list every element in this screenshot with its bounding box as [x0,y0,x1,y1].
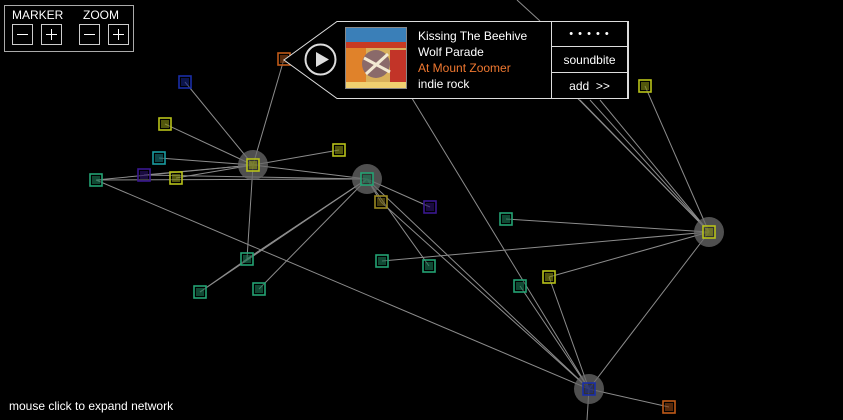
artist-node-fill [255,285,263,293]
artist-node-fill [545,273,553,281]
track-info: Kissing The Beehive Wolf Parade At Mount… [418,28,527,92]
status-hint: mouse click to expand network [9,399,174,413]
zoom-label: ZOOM [83,8,119,22]
add-button[interactable]: add >> [551,72,628,99]
network-edge [644,85,710,233]
soundbite-button[interactable]: soundbite [551,46,628,73]
artist-node-fill [516,282,524,290]
track-genre[interactable]: indie rock [418,76,527,92]
network-edge [95,178,368,181]
artist-node-fill [363,175,371,183]
artist-node-fill [665,403,673,411]
artist-node-fill [585,385,593,393]
artist-node-fill [335,146,343,154]
album-cover [345,27,407,89]
network-edge [516,0,541,22]
zoom-out-button[interactable] [79,24,100,45]
artist-node-fill [378,257,386,265]
artist-node-fill [155,154,163,162]
artist-node-fill [705,228,713,236]
artist-node-fill [377,198,385,206]
artist-node-fill [196,288,204,296]
network-edge [505,218,710,233]
artist-node-fill [502,215,510,223]
rating-button[interactable]: • • • • • [551,21,628,47]
network-edge [380,201,590,390]
track-title[interactable]: Kissing The Beehive [418,28,527,44]
artist-node-fill [243,255,251,263]
network-edge [519,285,590,390]
network-edge [366,178,430,267]
network-edge [252,58,285,166]
marker-decrease-button[interactable] [12,24,33,45]
artist-node-fill [92,176,100,184]
marker-label: MARKER [12,8,64,22]
play-icon [304,43,337,76]
marker-increase-button[interactable] [41,24,62,45]
network-edge [246,178,368,260]
artist-node-fill [425,262,433,270]
network-edge [409,94,590,390]
artist-node-fill [140,171,148,179]
network-edge [366,178,590,390]
zoom-in-button[interactable] [108,24,129,45]
artist-node-fill [426,203,434,211]
network-edge [599,99,710,233]
network-edge [589,99,710,233]
track-artist[interactable]: Wolf Parade [418,44,527,60]
network-edge [588,231,710,390]
track-album[interactable]: At Mount Zoomer [418,60,527,76]
play-button[interactable] [304,43,337,76]
artist-node-fill [181,78,189,86]
artist-node-fill [641,82,649,90]
artist-node-fill [161,120,169,128]
artist-node-fill [249,161,257,169]
artist-node-fill [172,174,180,182]
network-edge [184,81,254,166]
marker-zoom-controls: MARKER ZOOM [4,5,134,52]
network-edge [199,258,248,293]
